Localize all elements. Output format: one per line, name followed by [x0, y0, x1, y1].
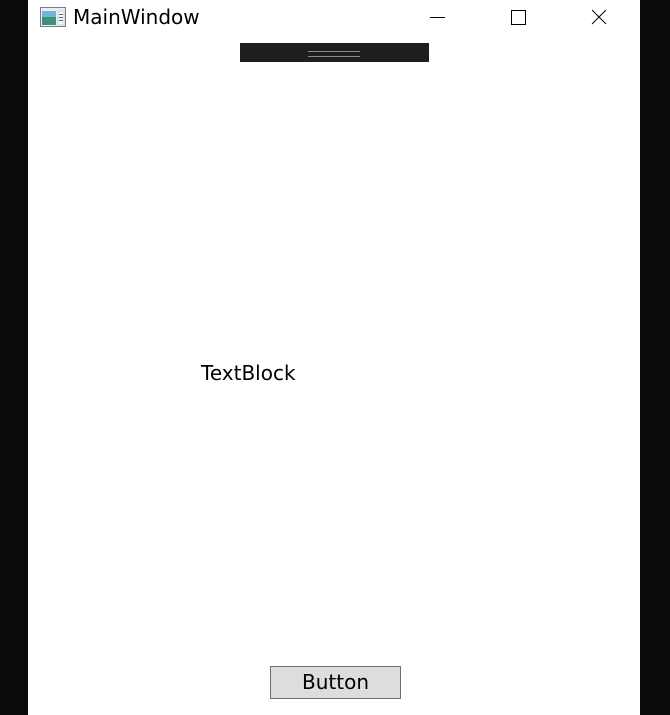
maximize-button[interactable]: [478, 0, 558, 34]
minimize-button[interactable]: [397, 0, 477, 34]
main-button[interactable]: Button: [270, 666, 401, 699]
title-bar[interactable]: MainWindow: [28, 0, 640, 34]
window-title: MainWindow: [73, 5, 200, 29]
runtime-toolbar[interactable]: [240, 43, 429, 62]
minimize-icon: [430, 17, 445, 18]
app-icon: [40, 7, 66, 27]
text-block: TextBlock: [201, 361, 296, 385]
close-icon: [591, 9, 607, 25]
toolbar-grip-icon[interactable]: [308, 51, 360, 57]
close-button[interactable]: [559, 0, 639, 34]
maximize-icon: [511, 10, 526, 25]
main-window: MainWindow TextBlock Button: [28, 0, 640, 715]
